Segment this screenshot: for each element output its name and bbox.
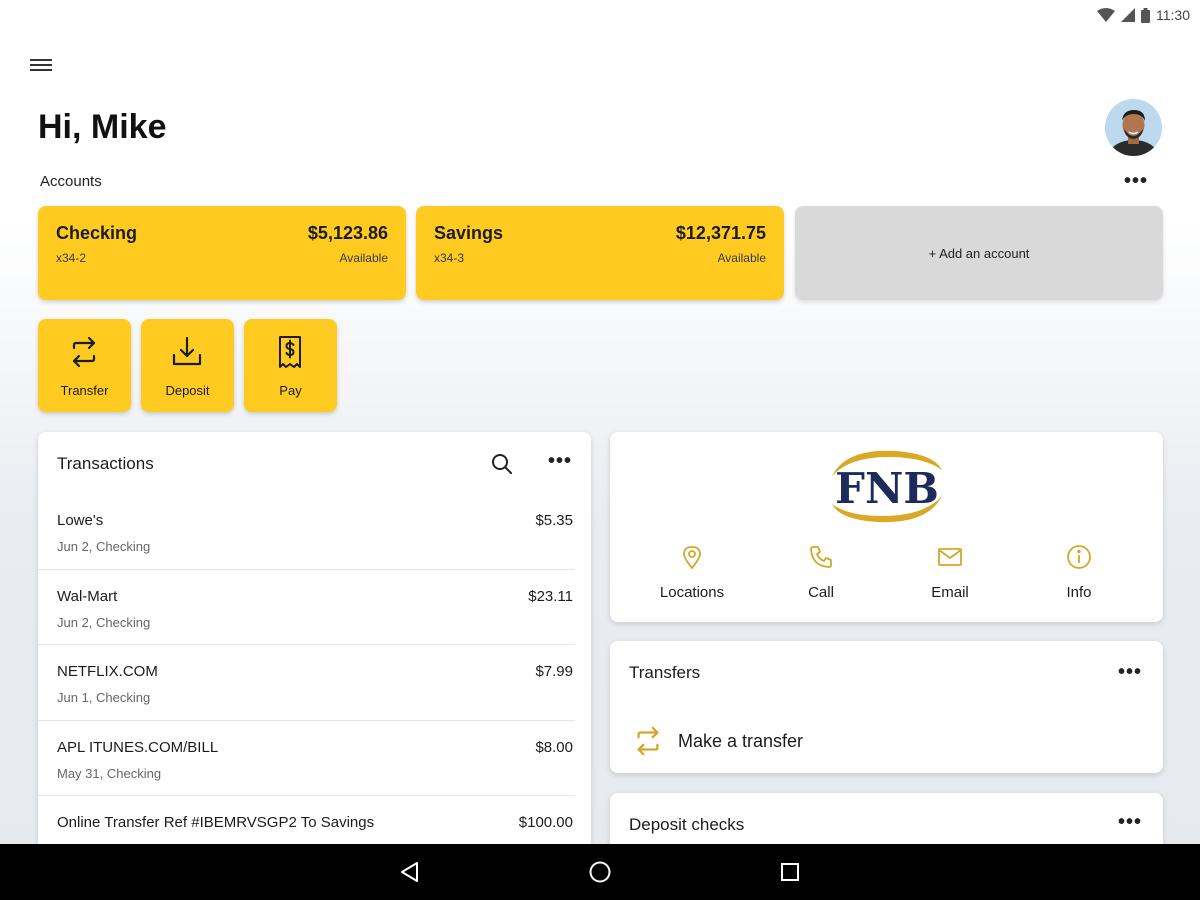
transactions-title: Transactions: [57, 454, 154, 473]
location-pin-icon: [683, 546, 701, 570]
locations-button[interactable]: Locations: [637, 544, 747, 601]
pay-label: Pay: [279, 383, 302, 398]
transaction-amount: $7.99: [535, 663, 573, 680]
transaction-meta: May 31, Checking: [57, 765, 162, 781]
transaction-amount: $100.00: [518, 814, 573, 831]
transaction-name: NETFLIX.COM: [57, 663, 158, 680]
transfer-icon: [72, 336, 96, 368]
transfers-title: Transfers: [629, 663, 701, 682]
pay-button[interactable]: Pay: [244, 319, 337, 412]
transaction-row[interactable]: NETFLIX.COM Jun 1, Checking $7.99: [38, 645, 575, 721]
call-button[interactable]: Call: [766, 544, 876, 601]
home-icon[interactable]: [588, 860, 612, 884]
transactions-more-button[interactable]: •••: [548, 450, 572, 473]
transaction-meta: Jun 1, Checking: [57, 690, 151, 705]
deposit-button[interactable]: Deposit: [141, 319, 234, 412]
info-icon: [1067, 545, 1091, 569]
email-label: Email: [931, 584, 969, 601]
status-icons: 11:30: [1097, 7, 1190, 23]
transactions-panel: Transactions ••• Lowe's Jun 2, Checking …: [38, 432, 591, 852]
add-account-button[interactable]: + Add an account: [795, 206, 1163, 300]
account-balance-note: Available: [339, 251, 388, 265]
transfers-panel: Transfers ••• Make a transfer: [610, 641, 1163, 773]
transaction-row[interactable]: Lowe's Jun 2, Checking $5.35: [38, 494, 575, 570]
accounts-more-button[interactable]: •••: [1124, 170, 1148, 193]
wifi-icon: [1097, 8, 1115, 22]
system-nav-bar: [0, 844, 1200, 900]
battery-icon: [1141, 7, 1150, 23]
transaction-name: Lowe's: [57, 512, 104, 529]
transaction-amount: $23.11: [528, 587, 573, 605]
avatar[interactable]: [1105, 99, 1162, 156]
info-button[interactable]: Info: [1024, 544, 1134, 601]
transaction-name: Online Transfer Ref #IBEMRVSGP2 To Savin…: [57, 814, 375, 831]
info-label: Info: [1066, 584, 1092, 601]
accounts-label: Accounts: [40, 173, 102, 190]
phone-icon: [810, 546, 832, 568]
greeting: Hi, Mike: [38, 108, 167, 146]
account-number: x34-2: [56, 251, 87, 265]
transaction-meta: Jun 2, Checking: [57, 614, 151, 630]
transaction-amount: $5.35: [535, 512, 573, 529]
account-number: x34-3: [434, 251, 465, 265]
bank-info-panel: FNB Locations Call Email Info: [610, 432, 1163, 622]
fnb-logo: FNB: [832, 450, 942, 523]
status-bar: 11:30: [0, 0, 1200, 32]
account-name: Savings: [434, 223, 504, 243]
search-icon[interactable]: [490, 452, 514, 476]
signal-icon: [1121, 8, 1135, 22]
make-transfer-label: Make a transfer: [678, 730, 804, 751]
deposit-label: Deposit: [165, 383, 210, 398]
fnb-logo-text: FNB: [835, 464, 939, 513]
deposit-checks-more-button[interactable]: •••: [1118, 811, 1142, 834]
account-balance: $12,371.75: [675, 223, 766, 243]
menu-icon[interactable]: [30, 56, 56, 76]
status-time: 11:30: [1156, 7, 1190, 23]
account-balance-note: Available: [717, 251, 766, 265]
transaction-name: Wal-Mart: [57, 587, 118, 605]
transaction-amount: $8.00: [535, 738, 573, 756]
transaction-meta: Jun 2, Checking: [57, 539, 151, 554]
transfer-icon: [637, 726, 659, 756]
transactions-list: Lowe's Jun 2, Checking $5.35 Wal-Mart Ju…: [38, 494, 591, 852]
call-label: Call: [808, 584, 834, 601]
back-icon[interactable]: [398, 860, 422, 884]
transfers-more-button[interactable]: •••: [1118, 661, 1142, 684]
account-name: Checking: [56, 223, 138, 243]
email-button[interactable]: Email: [895, 544, 1005, 601]
transfer-button[interactable]: Transfer: [38, 319, 131, 412]
transaction-name: APL ITUNES.COM/BILL: [57, 738, 219, 756]
account-card-savings[interactable]: Savings x34-3 $12,371.75 Available: [416, 206, 784, 300]
pay-icon: [279, 336, 301, 368]
email-icon: [938, 548, 962, 566]
transaction-row[interactable]: Wal-Mart Jun 2, Checking $23.11: [38, 570, 575, 645]
locations-label: Locations: [659, 584, 725, 601]
recents-icon[interactable]: [778, 860, 802, 884]
deposit-icon: [172, 336, 202, 366]
deposit-checks-title: Deposit checks: [629, 815, 745, 834]
account-card-checking[interactable]: Checking x34-2 $5,123.86 Available: [38, 206, 406, 300]
transfer-label: Transfer: [60, 383, 109, 398]
transaction-row[interactable]: APL ITUNES.COM/BILL May 31, Checking $8.…: [38, 721, 575, 796]
make-transfer-button[interactable]: Make a transfer: [632, 725, 803, 757]
account-balance: $5,123.86: [307, 223, 388, 243]
